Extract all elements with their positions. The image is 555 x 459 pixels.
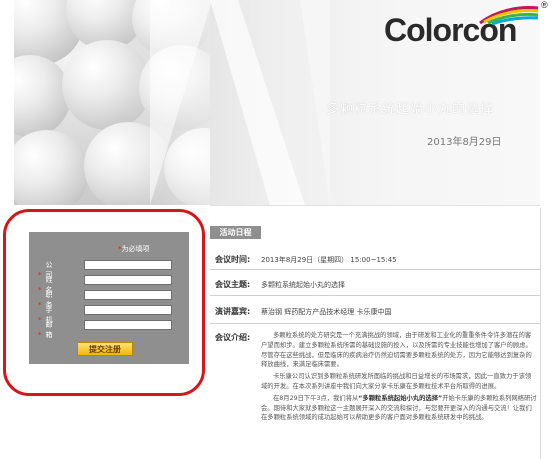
intro-highlight: “多颗粒系统起始小丸的选择” xyxy=(358,394,443,402)
intro-label: 会议介绍: xyxy=(215,333,251,342)
schedule-row-topic: 会议主题: 多颗粒系统起始小丸的选择 xyxy=(210,271,540,296)
row-label: 会议主题: xyxy=(215,280,251,289)
name-input[interactable] xyxy=(84,275,172,285)
intro-paragraph: 在8月29日下午3点，我们将从“多颗粒系统起始小丸的选择”开始卡乐康的多颗粒系列… xyxy=(261,394,537,423)
job-title-input[interactable] xyxy=(84,290,172,300)
logo-swoosh-icon xyxy=(479,6,539,25)
intro-paragraph: 卡乐康公司认识到多颗粒系统研发所面临的挑战和日益增长的市场需求，因此一直致力于该… xyxy=(261,373,532,390)
page: Colorcon ® 多颗粒系统起始小丸的选择 2013年8月29日 *为必填项… xyxy=(0,0,555,459)
intro-text-span: 在8月29日下午3点，我们将从 xyxy=(273,394,359,402)
company-input[interactable] xyxy=(84,260,172,270)
schedule-row-speaker: 演讲嘉宾: 蔡治钢 辉药配方产品技术经理 卡乐康中国 xyxy=(210,297,540,324)
field-row-mobile: *手 机 xyxy=(38,305,76,324)
field-label-email: 邮 箱 xyxy=(45,321,70,339)
intro-text: 多颗粒系统的处方研究是一个充满挑战的领域，由于研发和工业化的重重条件令许多潜在的… xyxy=(261,331,537,425)
email-input[interactable] xyxy=(84,320,172,330)
intro-paragraph: 多颗粒系统的处方研究是一个充满挑战的领域，由于研发和工业化的重重条件令许多潜在的… xyxy=(261,332,532,369)
event-date: 2013年8月29日 xyxy=(427,137,502,148)
row-value: 多颗粒系统起始小丸的选择 xyxy=(261,281,345,289)
field-row-name: *姓 名 xyxy=(38,275,76,294)
schedule-heading: 活动日程 xyxy=(210,226,261,239)
submit-registration-button[interactable]: 提交注册 xyxy=(77,342,133,356)
row-label: 演讲嘉宾: xyxy=(215,307,251,316)
required-star: * xyxy=(38,331,42,339)
required-note: *为必填项 xyxy=(118,244,150,254)
event-title: 多颗粒系统起始小丸的选择 xyxy=(326,102,495,117)
field-row-company: *公 司 xyxy=(38,260,76,279)
required-note-text: 为必填项 xyxy=(121,245,150,253)
row-label: 会议时间: xyxy=(215,255,251,264)
field-row-title: *职 务 xyxy=(38,290,76,309)
registered-mark: ® xyxy=(541,0,548,10)
row-value: 2013年8月29日（星期四） 15:00~15:45 xyxy=(261,256,397,264)
content-border xyxy=(540,208,541,459)
mobile-input[interactable] xyxy=(84,305,172,315)
row-value: 蔡治钢 辉药配方产品技术经理 卡乐康中国 xyxy=(261,308,392,316)
field-row-email: *邮 箱 xyxy=(38,320,76,339)
schedule-row-time: 会议时间: 2013年8月29日（星期四） 15:00~15:45 xyxy=(210,248,540,270)
header-divider xyxy=(210,205,540,206)
